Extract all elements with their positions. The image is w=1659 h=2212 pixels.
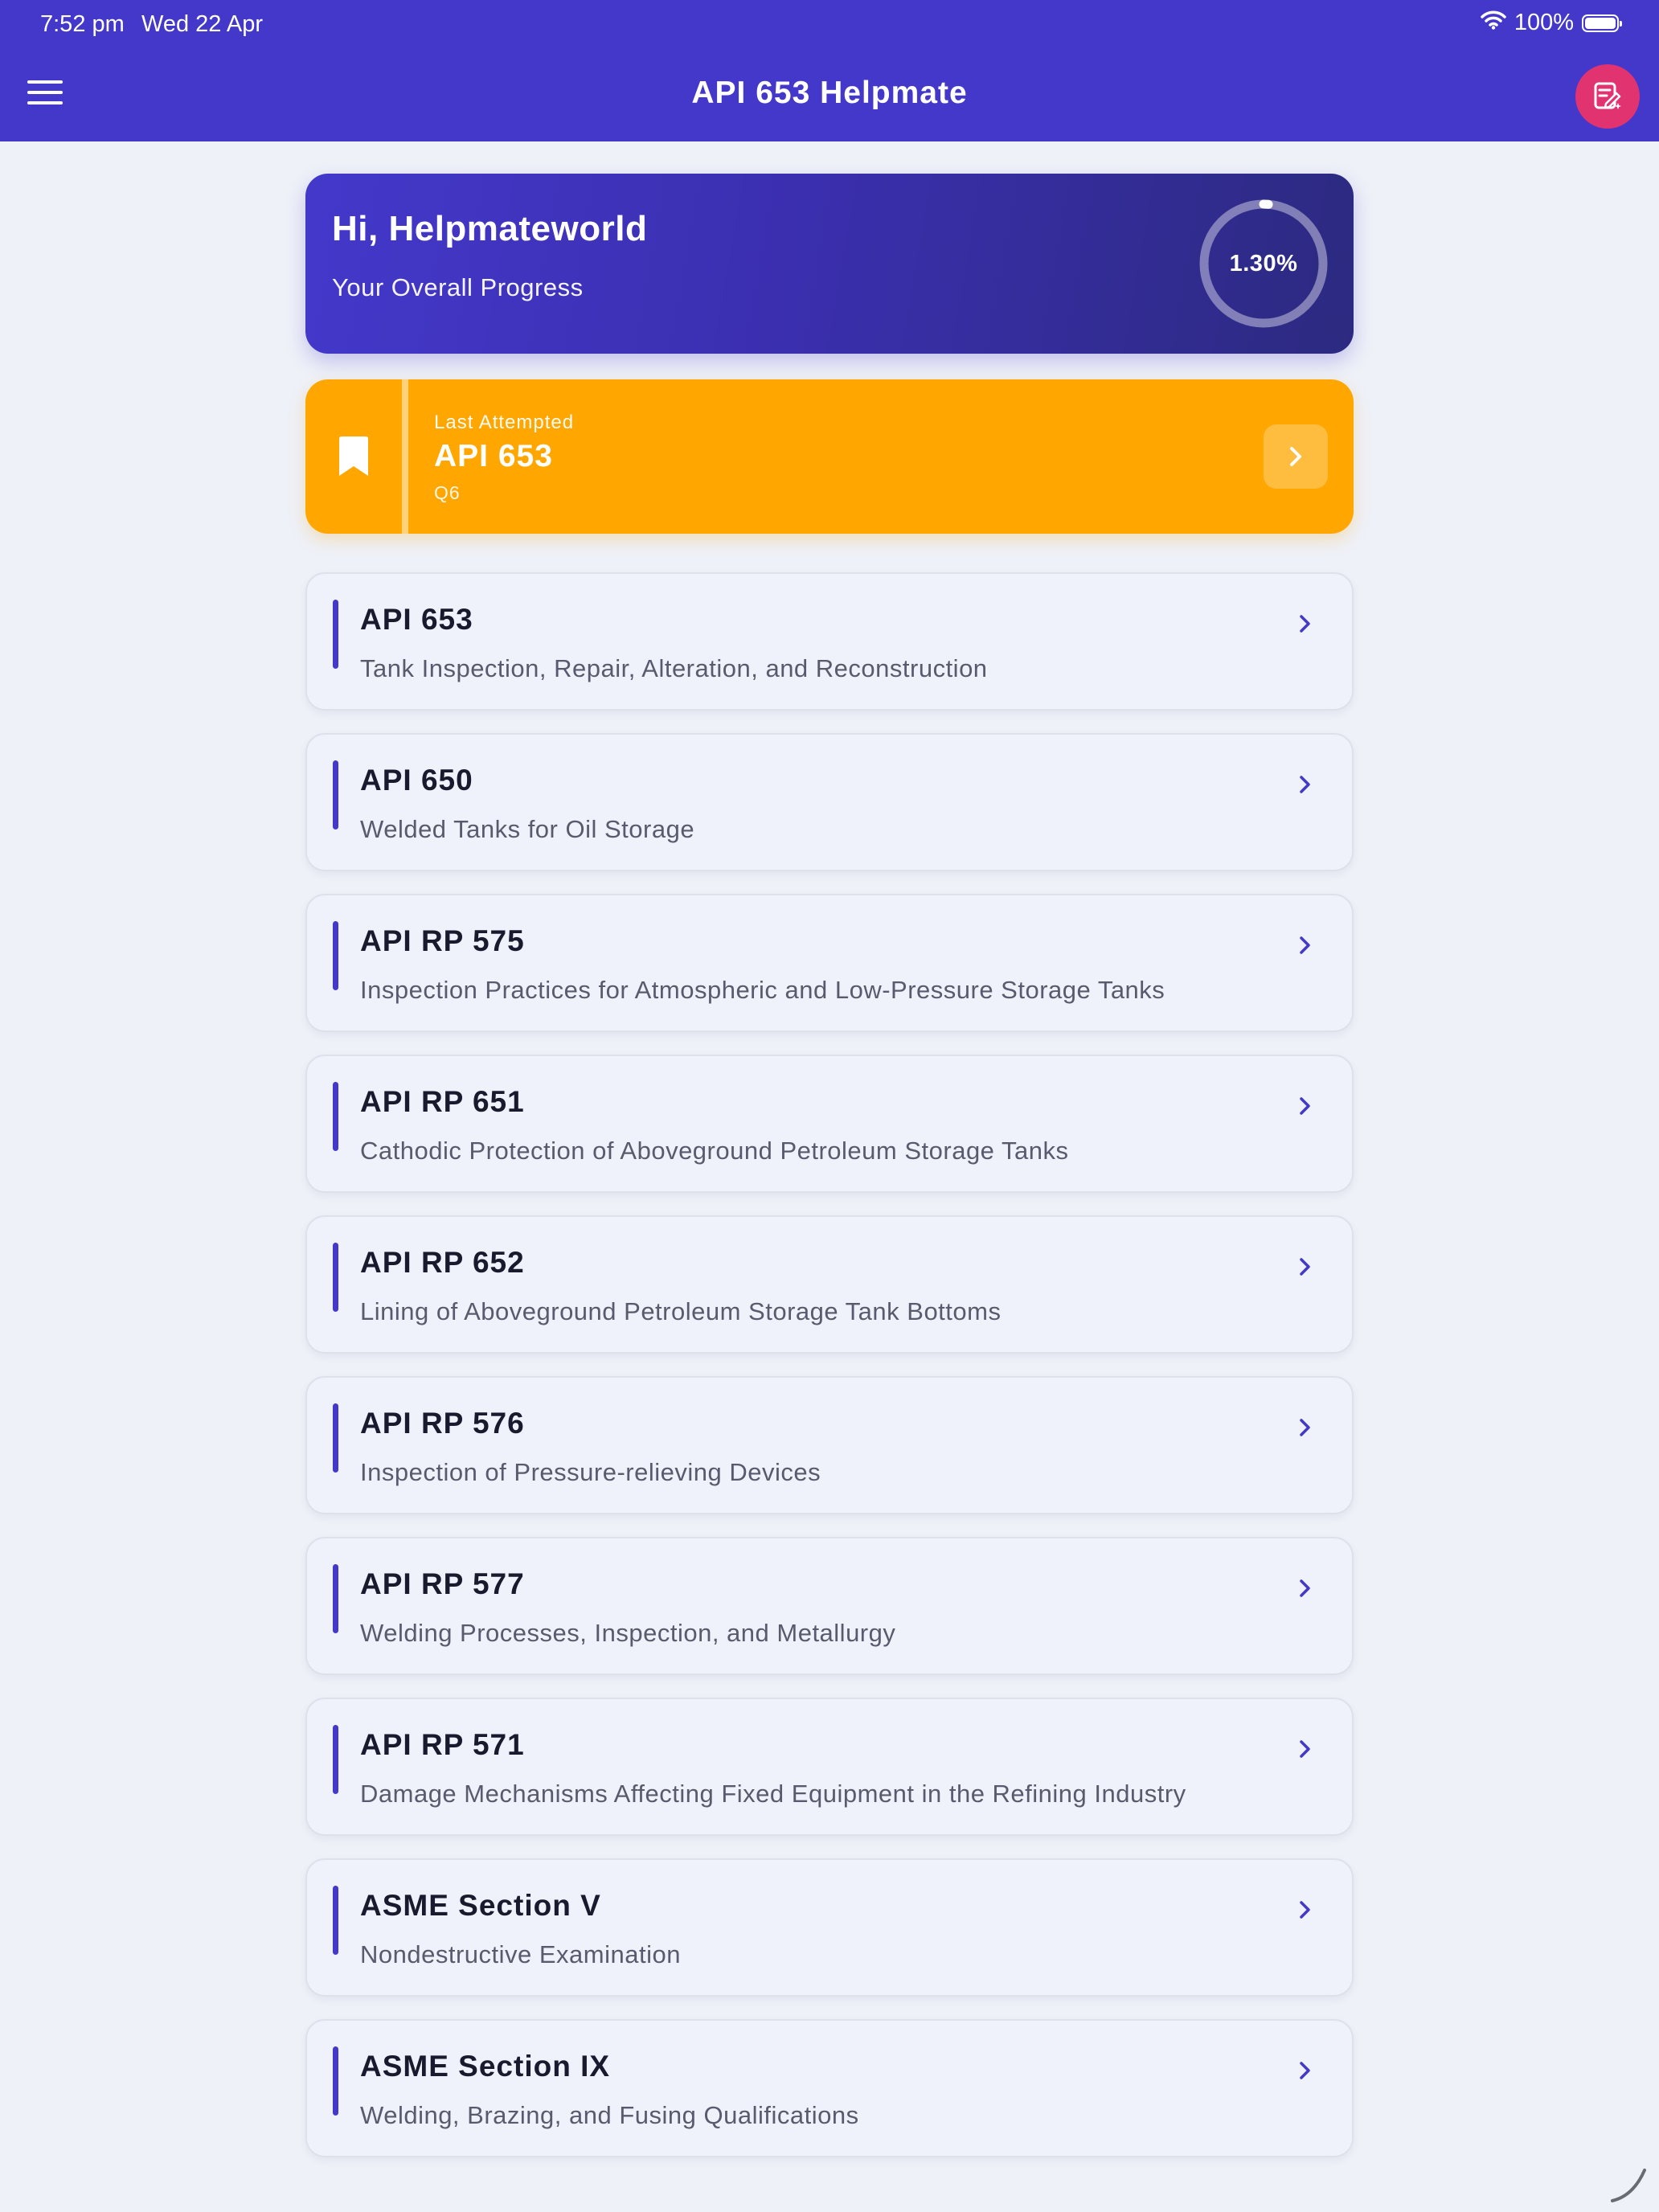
course-accent-bar bbox=[333, 1564, 338, 1633]
last-attempted-divider bbox=[402, 379, 408, 534]
chevron-right-icon bbox=[1300, 1419, 1310, 1436]
chevron-right-icon bbox=[1300, 776, 1310, 793]
course-card[interactable]: API 650 Welded Tanks for Oil Storage bbox=[305, 733, 1354, 871]
last-attempted-card[interactable]: Last Attempted API 653 Q6 bbox=[305, 379, 1354, 534]
last-attempted-question: Q6 bbox=[434, 482, 461, 503]
course-accent-bar bbox=[333, 1082, 338, 1151]
chevron-right-icon bbox=[1300, 1740, 1310, 1758]
course-card[interactable]: ASME Section V Nondestructive Examination bbox=[305, 1858, 1354, 1997]
course-accent-bar bbox=[333, 2046, 338, 2116]
chevron-right-icon bbox=[1300, 936, 1310, 954]
bookmark-icon bbox=[339, 436, 368, 476]
course-title: API RP 575 bbox=[360, 924, 525, 957]
course-title: API RP 652 bbox=[360, 1246, 525, 1279]
course-accent-bar bbox=[333, 1403, 338, 1473]
app-title: API 653 Helpmate bbox=[691, 76, 968, 110]
resume-button[interactable] bbox=[1264, 424, 1328, 489]
course-card[interactable]: API RP 652 Lining of Aboveground Petroleu… bbox=[305, 1215, 1354, 1354]
course-subtitle: Welding, Brazing, and Fusing Qualificati… bbox=[360, 2101, 859, 2129]
course-card[interactable]: ASME Section IX Welding, Brazing, and Fus… bbox=[305, 2019, 1354, 2157]
course-card[interactable]: API RP 576 Inspection of Pressure-relievi… bbox=[305, 1376, 1354, 1514]
course-subtitle: Cathodic Protection of Aboveground Petro… bbox=[360, 1137, 1069, 1165]
chevron-right-icon bbox=[1290, 447, 1301, 466]
course-card[interactable]: API RP 575 Inspection Practices for Atmos… bbox=[305, 894, 1354, 1032]
chevron-right-icon bbox=[1300, 1258, 1310, 1276]
course-title: API RP 651 bbox=[360, 1085, 525, 1118]
progress-percent: 1.30% bbox=[1229, 250, 1298, 276]
course-card[interactable]: API 653 Tank Inspection, Repair, Alterati… bbox=[305, 572, 1354, 711]
course-title: API RP 577 bbox=[360, 1567, 525, 1600]
overall-progress-card: Hi, Helpmateworld Your Overall Progress … bbox=[305, 174, 1354, 354]
battery-icon bbox=[1582, 14, 1622, 32]
course-accent-bar bbox=[333, 600, 338, 669]
course-title: API 650 bbox=[360, 764, 473, 797]
wifi-icon bbox=[1481, 10, 1506, 36]
course-card[interactable]: API RP 651 Cathodic Protection of Abovegr… bbox=[305, 1055, 1354, 1193]
greeting: Hi, Helpmateworld bbox=[332, 209, 648, 248]
course-title: API RP 576 bbox=[360, 1407, 525, 1440]
course-list: API 653 Tank Inspection, Repair, Alterati… bbox=[305, 572, 1354, 2180]
course-card[interactable]: API RP 577 Welding Processes, Inspection,… bbox=[305, 1537, 1354, 1675]
course-accent-bar bbox=[333, 1886, 338, 1955]
course-card[interactable]: API RP 571 Damage Mechanisms Affecting Fi… bbox=[305, 1698, 1354, 1836]
chevron-right-icon bbox=[1300, 1901, 1310, 1919]
course-title: ASME Section IX bbox=[360, 2050, 611, 2083]
course-accent-bar bbox=[333, 1243, 338, 1312]
chevron-right-icon bbox=[1300, 1579, 1310, 1597]
chevron-right-icon bbox=[1300, 2062, 1310, 2079]
status-bar: 7:52 pm Wed 22 Apr 100% bbox=[0, 0, 1659, 51]
course-subtitle: Welded Tanks for Oil Storage bbox=[360, 815, 695, 843]
course-title: ASME Section V bbox=[360, 1889, 601, 1922]
course-title: API RP 571 bbox=[360, 1728, 525, 1761]
chevron-right-icon bbox=[1300, 1097, 1310, 1115]
last-attempted-label: Last Attempted bbox=[434, 412, 575, 433]
quiz-edit-button[interactable] bbox=[1575, 64, 1640, 129]
status-right: 100% bbox=[1481, 10, 1622, 36]
course-title: API 653 bbox=[360, 603, 473, 636]
course-accent-bar bbox=[333, 1725, 338, 1794]
status-date: Wed 22 Apr bbox=[141, 11, 264, 37]
course-accent-bar bbox=[333, 921, 338, 990]
chevron-right-icon bbox=[1300, 615, 1310, 633]
course-subtitle: Inspection Practices for Atmospheric and… bbox=[360, 976, 1165, 1004]
course-subtitle: Lining of Aboveground Petroleum Storage … bbox=[360, 1297, 1002, 1325]
course-subtitle: Tank Inspection, Repair, Alteration, and… bbox=[360, 654, 988, 682]
last-attempted-title: API 653 bbox=[434, 439, 553, 473]
course-subtitle: Welding Processes, Inspection, and Metal… bbox=[360, 1619, 896, 1647]
progress-subtitle: Your Overall Progress bbox=[332, 273, 584, 301]
course-subtitle: Inspection of Pressure-relieving Devices bbox=[360, 1458, 821, 1486]
course-accent-bar bbox=[333, 760, 338, 830]
course-subtitle: Nondestructive Examination bbox=[360, 1940, 681, 1968]
status-time: 7:52 pm bbox=[40, 11, 125, 37]
battery-percent: 100% bbox=[1514, 10, 1574, 35]
scroll-indicator-icon bbox=[1611, 2169, 1646, 2202]
app-bar: API 653 Helpmate bbox=[0, 51, 1659, 141]
quiz-edit-icon bbox=[1594, 82, 1621, 109]
course-subtitle: Damage Mechanisms Affecting Fixed Equipm… bbox=[360, 1780, 1186, 1808]
